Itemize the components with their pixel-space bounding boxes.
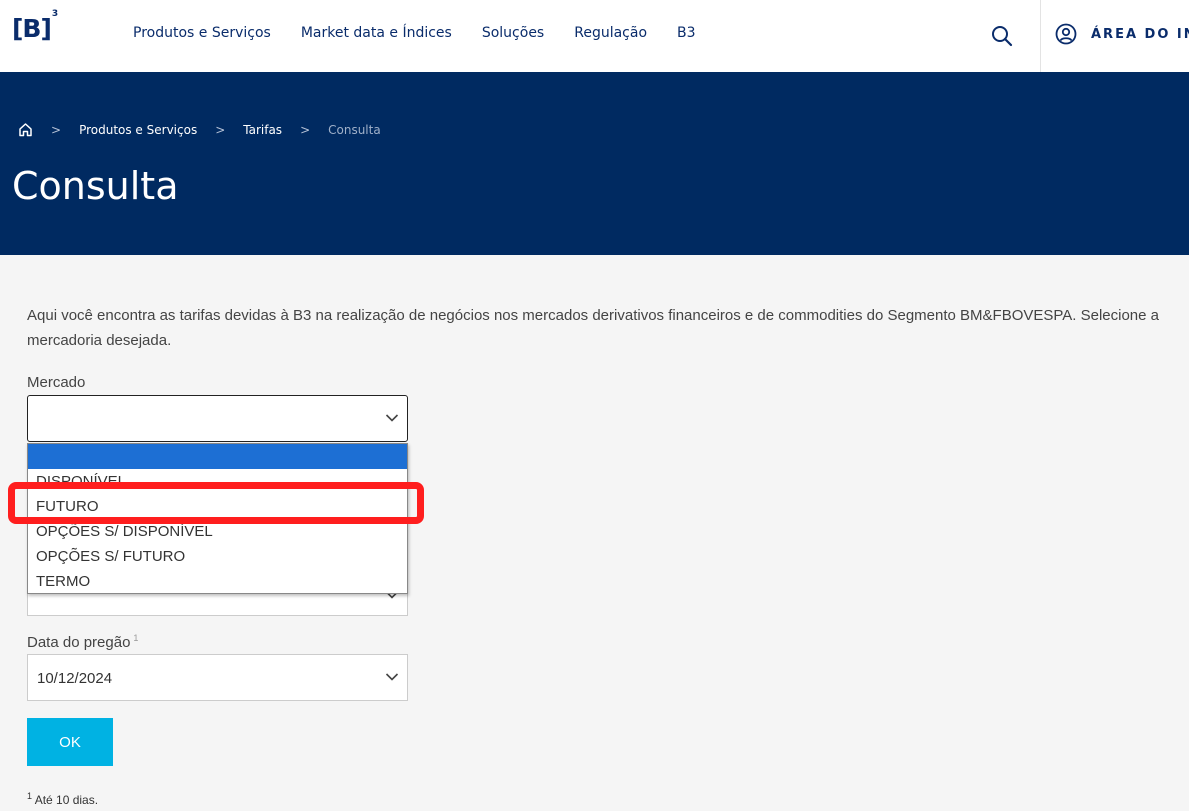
breadcrumb-tarifas[interactable]: Tarifas [243, 123, 282, 137]
nav-b3[interactable]: B3 [677, 25, 696, 41]
option-opcoes-futuro[interactable]: OPÇÕES S/ FUTURO [28, 544, 407, 569]
b3-logo[interactable]: [B]3 [12, 9, 58, 43]
main-nav: Produtos e Serviços Market data e Índice… [133, 25, 726, 41]
breadcrumb-produtos-servicos[interactable]: Produtos e Serviços [79, 123, 197, 137]
footnote-sup: 1 [27, 791, 33, 801]
page-banner: > Produtos e Serviços > Tarifas > Consul… [0, 72, 1189, 255]
chevron-down-icon [385, 414, 399, 422]
option-termo[interactable]: TERMO [28, 569, 407, 593]
top-header: [B]3 Produtos e Serviços Market data e Í… [0, 0, 1189, 72]
data-pregao-select[interactable]: 10/12/2024 [27, 654, 408, 701]
breadcrumb: > Produtos e Serviços > Tarifas > Consul… [18, 122, 381, 137]
page-title: Consulta [12, 164, 179, 208]
ok-button[interactable]: OK [27, 718, 113, 766]
nav-produtos-servicos[interactable]: Produtos e Serviços [133, 25, 271, 41]
nav-solucoes[interactable]: Soluções [482, 25, 544, 41]
user-icon [1055, 23, 1077, 45]
intro-text: Aqui você encontra as tarifas devidas à … [27, 307, 1160, 349]
mercado-label: Mercado [27, 374, 86, 391]
mercado-select[interactable] [27, 395, 408, 442]
area-investidor-button[interactable]: ÁREA DO INVE [1055, 23, 1189, 45]
chevron-right-icon: > [215, 122, 226, 137]
footnote: 1 Até 10 dias. [27, 791, 98, 807]
chevron-right-icon: > [300, 122, 311, 137]
data-pregao-label-text: Data do pregão [27, 634, 131, 651]
header-divider [1040, 0, 1041, 72]
home-icon[interactable] [18, 122, 33, 137]
chevron-right-icon: > [51, 122, 62, 137]
logo-sup: 3 [51, 8, 58, 19]
logo-text: [B] [12, 14, 52, 43]
nav-regulacao[interactable]: Regulação [574, 25, 647, 41]
search-icon[interactable] [990, 24, 1014, 48]
highlight-annotation [8, 482, 424, 524]
footnote-text: Até 10 dias. [34, 793, 99, 807]
nav-market-data[interactable]: Market data e Índices [301, 25, 452, 41]
option-blank[interactable] [28, 444, 407, 469]
breadcrumb-consulta: Consulta [328, 122, 381, 137]
area-investidor-label: ÁREA DO INVE [1091, 26, 1189, 42]
chevron-down-icon [385, 673, 399, 681]
data-pregao-value: 10/12/2024 [37, 670, 113, 687]
data-pregao-label: Data do pregão 1 [27, 633, 139, 651]
data-pregao-label-sup: 1 [133, 633, 139, 643]
